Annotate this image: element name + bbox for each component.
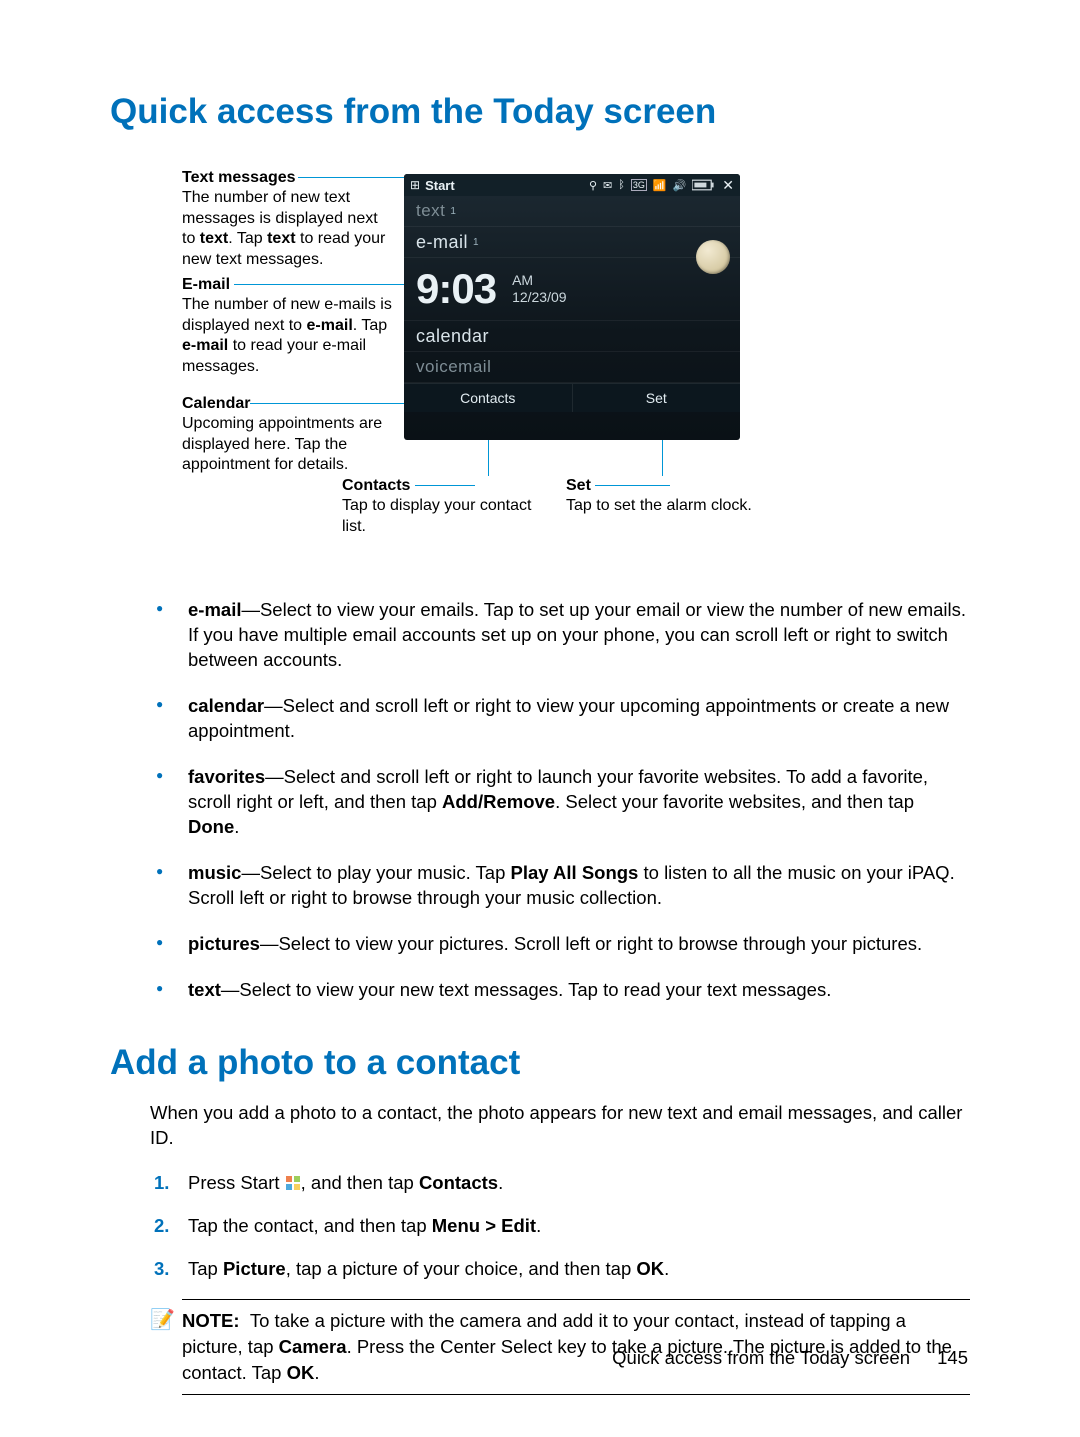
- footer-text: Quick access from the Today screen: [612, 1347, 910, 1368]
- step-1: Press Start , and then tap Contacts.: [150, 1171, 970, 1196]
- bluetooth-icon: ᛒ: [618, 179, 625, 191]
- softkey-contacts: Contacts: [404, 384, 573, 412]
- analog-clock-icon: [696, 240, 730, 274]
- phone-ampm: AM: [512, 272, 567, 290]
- phone-time: 9:03: [416, 265, 496, 313]
- start-label: Start: [425, 178, 455, 193]
- step-2: Tap the contact, and then tap Menu > Edi…: [150, 1214, 970, 1239]
- note-icon: 📝: [150, 1306, 175, 1334]
- bullet-pictures: pictures—Select to view your pictures. S…: [150, 932, 970, 957]
- callout-contacts: Contacts Tap to display your contact lis…: [342, 476, 542, 537]
- softkey-set: Set: [573, 384, 741, 412]
- callout-email: E-mail The number of new e-mails is disp…: [182, 275, 392, 377]
- phone-softkey-bar: Contacts Set: [404, 383, 740, 412]
- battery-icon: [692, 179, 716, 191]
- voicemail-icon: ⚲: [589, 179, 597, 192]
- close-icon: ✕: [722, 177, 734, 194]
- callout-set: Set Tap to set the alarm clock.: [566, 476, 826, 517]
- bullet-text: text—Select to view your new text messag…: [150, 978, 970, 1003]
- phone-row-text: text1: [404, 196, 740, 227]
- speaker-icon: 🔊: [673, 179, 687, 192]
- step-3: Tap Picture, tap a picture of your choic…: [150, 1257, 970, 1282]
- bullet-music: music—Select to play your music. Tap Pla…: [150, 861, 970, 911]
- callout-calendar: Calendar Upcoming appointments are displ…: [182, 394, 392, 476]
- phone-status-bar: ⊞ Start ⚲ ✉ ᛒ 3G 📶 🔊 ✕: [404, 174, 740, 196]
- heading-quick-access: Quick access from the Today screen: [110, 92, 970, 132]
- status-icons: ⚲ ✉ ᛒ 3G 📶 🔊 ✕: [589, 177, 734, 194]
- phone-row-email: e-mail1: [404, 227, 740, 258]
- phone-today-screen: ⊞ Start ⚲ ✉ ᛒ 3G 📶 🔊 ✕ text1: [404, 174, 740, 440]
- heading-add-photo: Add a photo to a contact: [110, 1043, 970, 1083]
- envelope-icon: ✉: [603, 179, 612, 192]
- bullet-email: e-mail—Select to view your emails. Tap t…: [150, 598, 970, 673]
- phone-date: 12/23/09: [512, 289, 567, 307]
- start-icon: [286, 1176, 300, 1190]
- phone-row-calendar: calendar: [404, 321, 740, 352]
- threeg-icon: 3G: [631, 179, 647, 191]
- callout-text-messages: Text messages The number of new text mes…: [182, 168, 392, 270]
- page-footer: Quick access from the Today screen 145: [612, 1347, 968, 1369]
- phone-clock-row: 9:03 AM 12/23/09: [404, 258, 740, 321]
- bullet-favorites: favorites—Select and scroll left or righ…: [150, 765, 970, 840]
- windows-flag-icon: ⊞: [410, 178, 420, 192]
- today-screen-figure: Text messages The number of new text mes…: [182, 168, 970, 578]
- page-number: 145: [937, 1347, 968, 1368]
- bullet-calendar: calendar—Select and scroll left or right…: [150, 694, 970, 744]
- phone-row-voicemail: voicemail: [404, 352, 740, 383]
- add-photo-intro: When you add a photo to a contact, the p…: [150, 1101, 970, 1151]
- signal-icon: 📶: [653, 179, 667, 192]
